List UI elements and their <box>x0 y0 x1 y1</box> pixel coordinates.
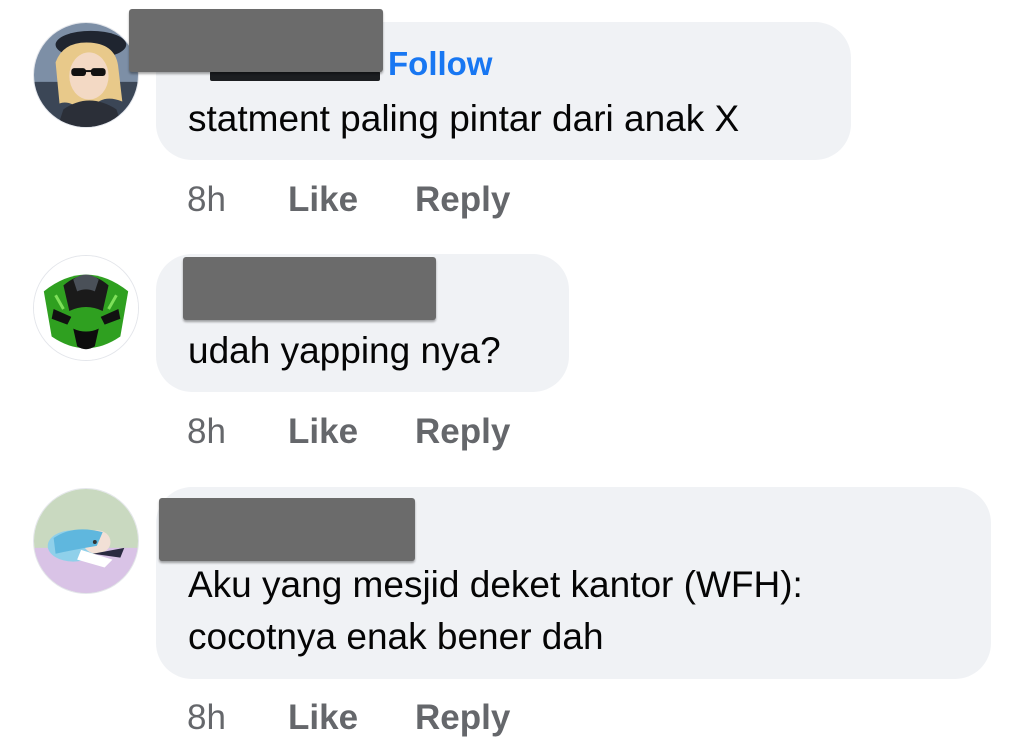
comment-text-line: cocotnya enak bener dah <box>188 616 604 657</box>
comment-timestamp: 8h <box>187 698 226 737</box>
author-name-redacted <box>159 498 415 561</box>
comment-text-line: Aku yang mesjid deket kantor (WFH): <box>188 564 803 605</box>
user-avatar[interactable] <box>33 488 139 594</box>
anime-character-lying-avatar-icon <box>34 489 138 593</box>
comment-bubble: Aku yang mesjid deket kantor (WFH): coco… <box>156 487 991 679</box>
reply-button[interactable]: Reply <box>415 698 510 738</box>
comment-text: Aku yang mesjid deket kantor (WFH): coco… <box>188 559 803 663</box>
comment-3: Aku yang mesjid deket kantor (WFH): coco… <box>0 0 1023 753</box>
like-button[interactable]: Like <box>288 698 358 738</box>
